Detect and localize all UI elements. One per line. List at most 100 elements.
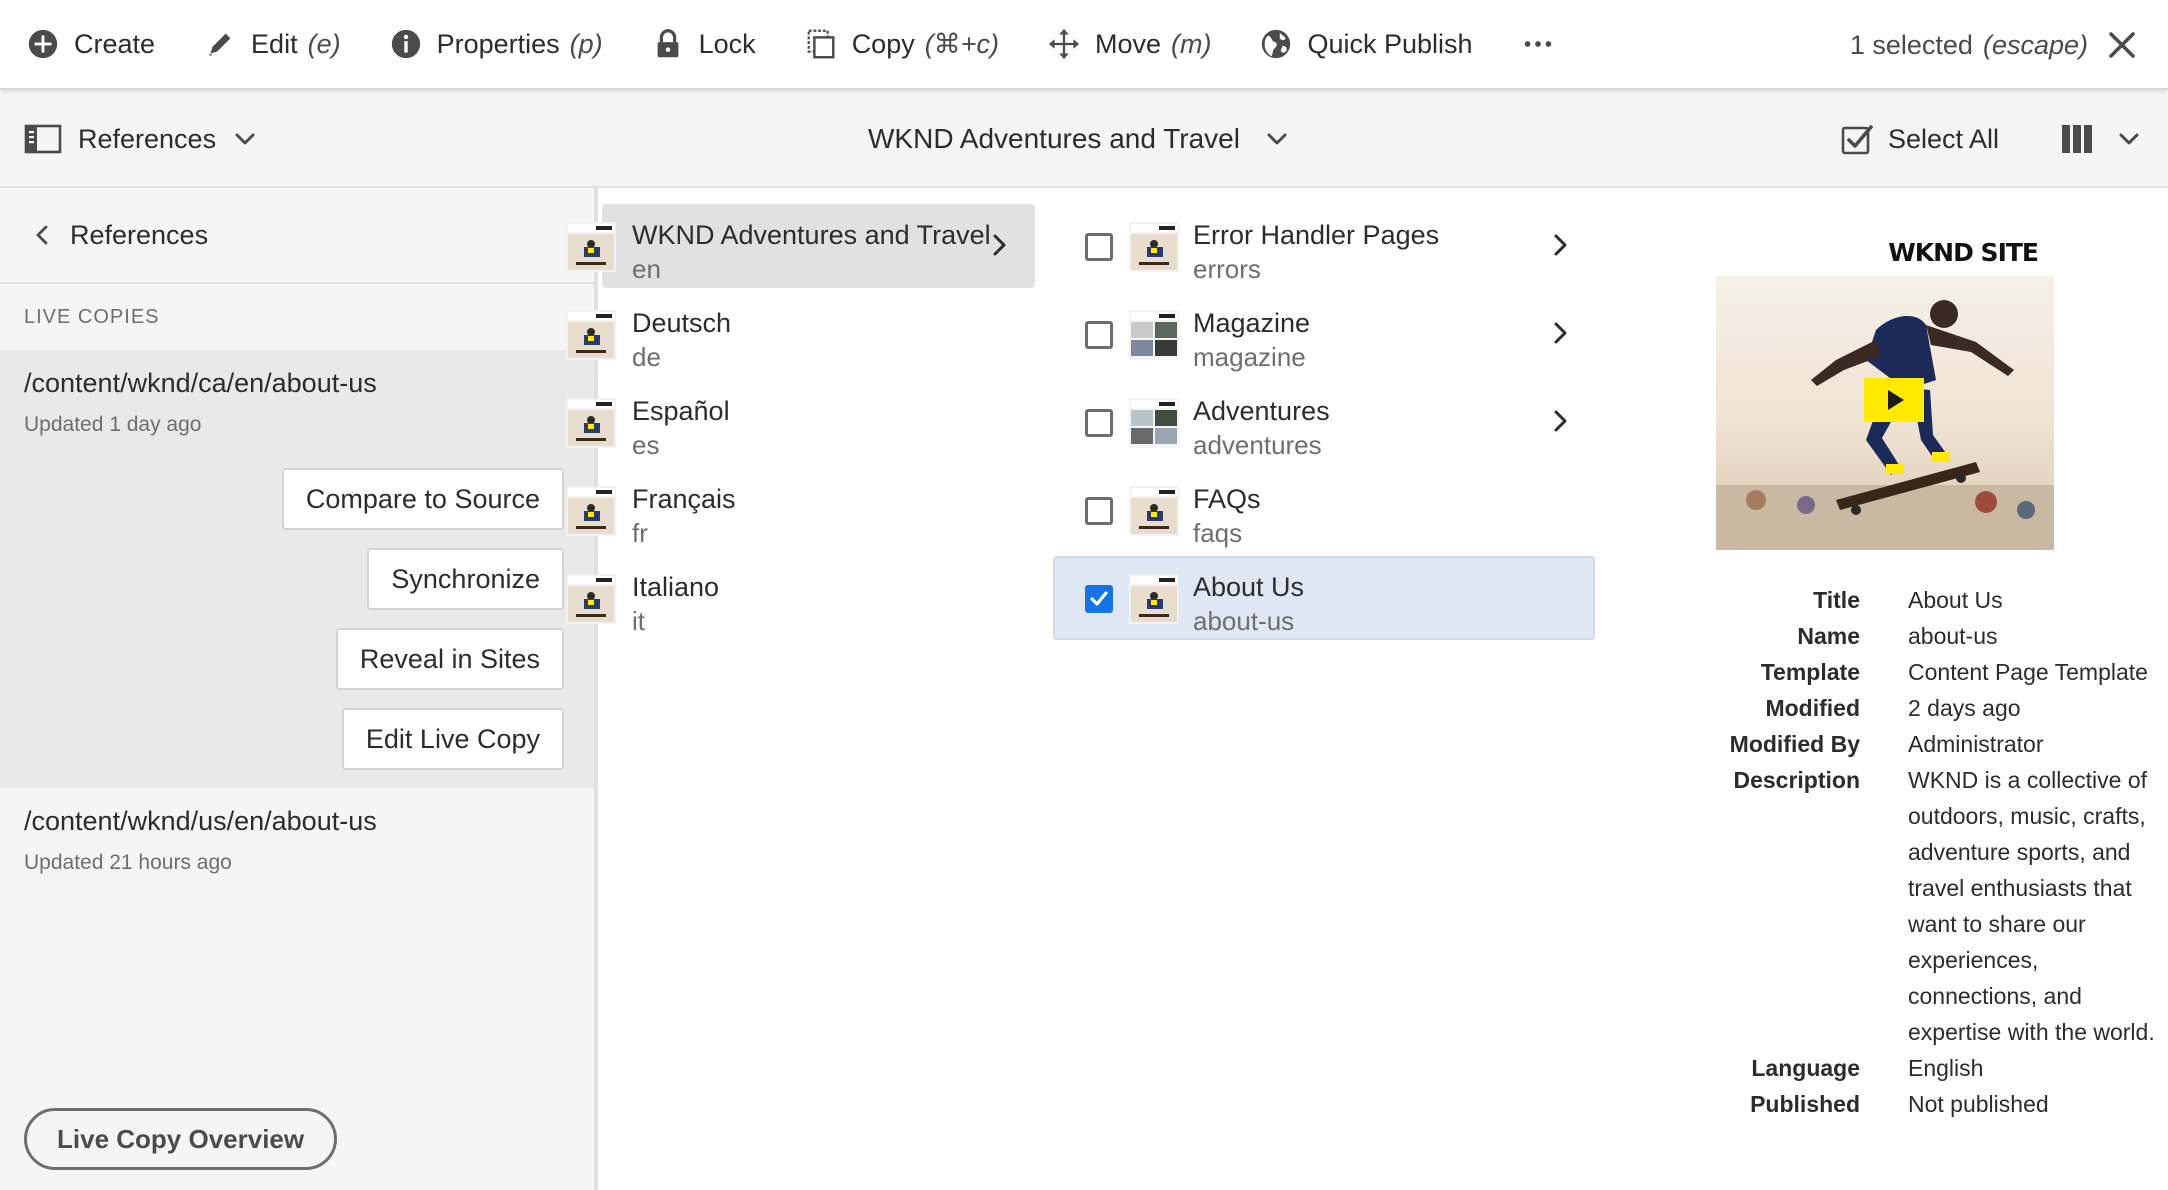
edit-live-copy-button[interactable]: Edit Live Copy xyxy=(341,708,564,770)
reveal-in-sites-button[interactable]: Reveal in Sites xyxy=(335,628,564,690)
column-item-title: Magazine xyxy=(1193,308,1311,338)
column-item-title: Deutsch xyxy=(632,308,732,338)
copy-icon xyxy=(807,29,835,59)
globe-icon xyxy=(1262,29,1291,59)
compare-to-source-button[interactable]: Compare to Source xyxy=(281,468,564,530)
column-item[interactable]: WKND Adventures and Travel en xyxy=(566,204,1035,288)
action-bar: Create Edit (e) Properties (p) Lock Copy… xyxy=(0,0,2168,90)
item-checkbox[interactable] xyxy=(1085,585,1113,613)
edit-shortcut: (e) xyxy=(307,28,341,59)
references-rail: References LIVE COPIES /content/wknd/ca/… xyxy=(0,188,598,1190)
column-item[interactable]: Magazine magazine xyxy=(1053,292,1595,376)
pages-column: Error Handler Pages errors Magazine maga… xyxy=(1042,188,1602,1190)
chevron-right-icon xyxy=(993,234,1006,256)
meta-value: Not published xyxy=(1908,1091,2049,1117)
page-thumbnail xyxy=(566,222,616,272)
meta-value: about-us xyxy=(1908,623,1998,649)
chevron-right-icon[interactable] xyxy=(1547,320,1573,346)
rail-toggle-button[interactable]: References xyxy=(24,90,256,188)
meta-value: English xyxy=(1908,1055,1984,1081)
meta-row-modified-by: Modified By Administrator xyxy=(1602,726,2168,762)
column-item[interactable]: Adventures adventures xyxy=(1053,380,1595,464)
properties-label: Properties xyxy=(436,28,560,59)
column-item[interactable]: Deutsch de xyxy=(566,292,1035,376)
column-item[interactable]: FAQs faqs xyxy=(1053,468,1595,552)
meta-row-name: Name about-us xyxy=(1602,618,2168,654)
copy-button[interactable]: Copy (⌘+c) xyxy=(804,14,999,74)
live-copy-item[interactable]: /content/wknd/ca/en/about-us Updated 1 d… xyxy=(0,350,594,788)
close-icon[interactable] xyxy=(2106,29,2138,61)
references-title: References xyxy=(70,219,209,250)
view-switcher[interactable] xyxy=(2060,90,2140,188)
lock-button[interactable]: Lock xyxy=(651,14,756,74)
chevron-down-icon xyxy=(235,133,255,145)
live-copy-item[interactable]: /content/wknd/us/en/about-us Updated 21 … xyxy=(0,788,594,928)
live-copy-updated: Updated 1 day ago xyxy=(24,413,202,436)
lock-icon xyxy=(657,29,679,58)
live-copy-overview-button[interactable]: Live Copy Overview xyxy=(24,1108,338,1170)
item-checkbox[interactable] xyxy=(1085,497,1113,525)
item-checkbox[interactable] xyxy=(1085,321,1113,349)
chevron-down-icon xyxy=(2119,133,2139,145)
checkmark-icon xyxy=(1090,591,1108,606)
synchronize-button[interactable]: Synchronize xyxy=(367,548,564,610)
page-thumbnail xyxy=(1129,574,1179,624)
preview-brand: WKND SITE xyxy=(1888,238,2039,267)
page-thumbnail xyxy=(566,310,616,360)
rail-toggle-label: References xyxy=(78,123,217,154)
select-all-button[interactable]: Select All xyxy=(1840,90,1999,188)
move-label: Move xyxy=(1094,28,1161,59)
column-item[interactable]: Error Handler Pages errors xyxy=(1053,204,1595,288)
selection-shortcut: (escape) xyxy=(1982,29,2088,60)
meta-label: Template xyxy=(1760,659,1860,685)
meta-value: Administrator xyxy=(1908,731,2044,757)
create-label: Create xyxy=(74,28,156,59)
live-copy-path[interactable]: /content/wknd/ca/en/about-us xyxy=(24,350,594,399)
column-item[interactable]: About Us about-us xyxy=(1053,556,1595,640)
references-back-button[interactable]: References xyxy=(0,188,594,284)
language-column: WKND Adventures and Travel en Deutsch de… xyxy=(566,188,1042,1190)
create-button[interactable]: Create xyxy=(26,14,155,74)
page-thumbnail xyxy=(1129,398,1179,448)
chevron-right-icon[interactable] xyxy=(1547,408,1573,434)
column-item[interactable]: Français fr xyxy=(566,468,1035,552)
column-item-name: faqs xyxy=(1193,518,1243,548)
move-shortcut: (m) xyxy=(1171,28,1212,59)
page-thumbnail xyxy=(566,398,616,448)
move-button[interactable]: Move (m) xyxy=(1047,14,1212,74)
chevron-right-icon[interactable] xyxy=(1547,232,1573,258)
quick-publish-label: Quick Publish xyxy=(1307,28,1473,59)
meta-row-published: Published Not published xyxy=(1602,1086,2168,1122)
more-actions-button[interactable] xyxy=(1521,14,1555,74)
column-item[interactable]: Español es xyxy=(566,380,1035,464)
live-copy-path[interactable]: /content/wknd/us/en/about-us xyxy=(24,788,594,837)
meta-label: Published xyxy=(1750,1091,1860,1117)
lock-label: Lock xyxy=(698,28,756,59)
page-thumbnail xyxy=(1129,310,1179,360)
edit-button[interactable]: Edit (e) xyxy=(203,14,341,74)
column-item-name: fr xyxy=(632,518,648,548)
meta-row-description: Description WKND is a collective of outd… xyxy=(1602,762,2168,1050)
item-checkbox[interactable] xyxy=(1085,233,1113,261)
column-item-name: about-us xyxy=(1193,606,1295,636)
page-preview-image: WKND SITE xyxy=(1716,230,2054,550)
meta-row-title: Title About Us xyxy=(1602,582,2168,618)
rail-icon xyxy=(24,124,62,154)
quick-publish-button[interactable]: Quick Publish xyxy=(1259,14,1473,74)
column-item-title: Français xyxy=(632,484,736,514)
pencil-icon xyxy=(208,33,231,56)
column-item-title: Adventures xyxy=(1193,396,1330,426)
column-item-name: de xyxy=(632,342,661,372)
move-arrows-icon xyxy=(1048,28,1080,60)
page-properties: Title About Us Name about-us Template Co… xyxy=(1602,582,2168,1122)
properties-button[interactable]: Properties (p) xyxy=(389,14,603,74)
edit-label: Edit xyxy=(251,28,298,59)
item-checkbox[interactable] xyxy=(1085,409,1113,437)
site-title-dropdown[interactable]: WKND Adventures and Travel xyxy=(868,90,1288,188)
live-copy-actions: Compare to Source Synchronize Reveal in … xyxy=(281,468,564,788)
chevron-left-icon xyxy=(36,225,48,245)
meta-row-template: Template Content Page Template xyxy=(1602,654,2168,690)
column-item[interactable]: Italiano it xyxy=(566,556,1035,640)
meta-row-language: Language English xyxy=(1602,1050,2168,1086)
info-icon xyxy=(391,29,420,59)
